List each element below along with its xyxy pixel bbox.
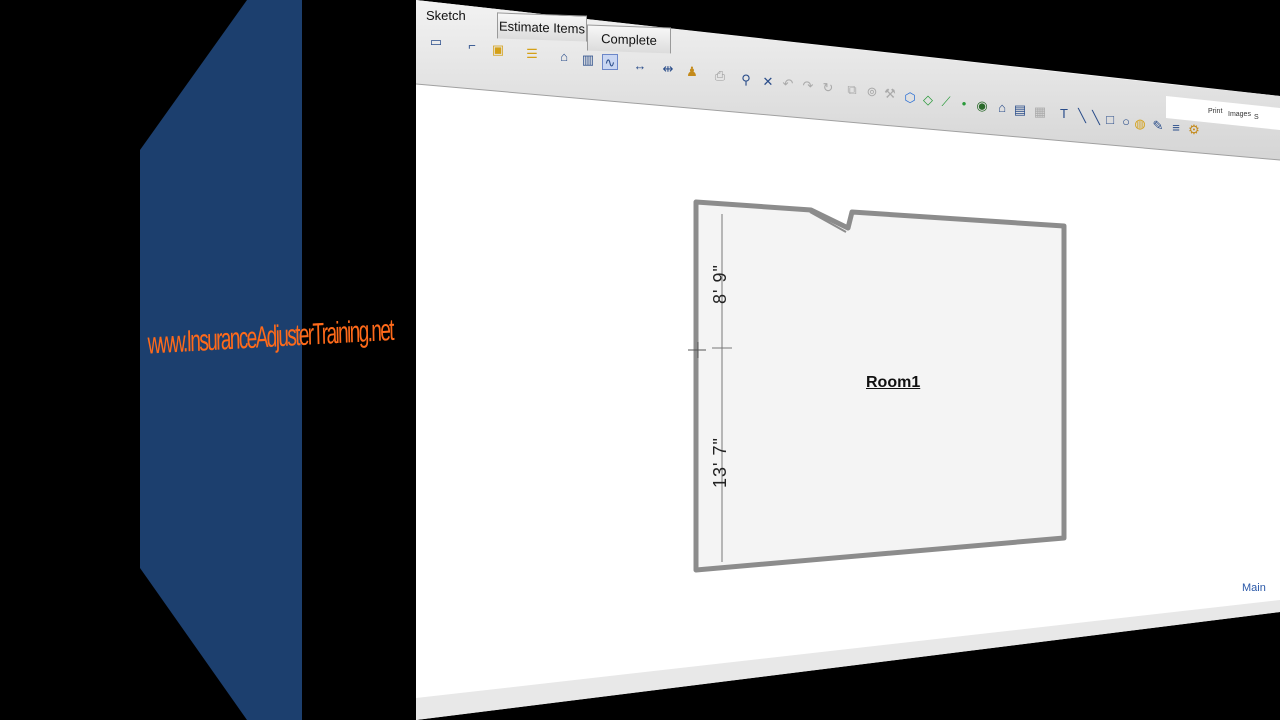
rotate-icon[interactable]: ↻ [820,80,836,96]
undo-icon[interactable]: ↶ [780,76,796,92]
brush-icon[interactable]: ✎ [1150,118,1166,134]
lock-icon[interactable]: ⊚ [864,84,880,100]
layout-icon[interactable]: ▤ [1012,102,1028,118]
tools-icon[interactable]: ⚒ [882,86,898,102]
side-panel: www.InsuranceAdjusterTraining.net [0,0,394,720]
node-icon[interactable]: • [956,96,972,112]
stairs-icon[interactable]: ☰ [524,46,540,62]
copy-icon[interactable]: ⧉ [844,82,860,98]
tab-estimate-items[interactable]: Estimate Items [497,12,587,42]
images-link[interactable]: Images [1228,111,1251,118]
table-icon[interactable]: ▦ [1032,104,1048,120]
dimension-lower: 13' 7" [710,437,730,488]
settings-icon[interactable]: ⚙ [1186,122,1202,138]
tab-complete[interactable]: Complete [587,24,671,54]
layers-icon[interactable]: ≡ [1168,120,1184,136]
app-window: Sketch Estimate Items Complete ▭ ⌐ ▣ ☰ ⌂… [416,0,1280,720]
stamp-icon[interactable]: ♟ [684,64,700,80]
window-icon[interactable]: ▥ [580,52,596,68]
sketch-link[interactable]: S [1254,114,1259,121]
zoom-icon[interactable]: ⚲ [738,72,754,88]
app-canvas-bg [416,0,1280,720]
main-link[interactable]: Main [1242,582,1266,594]
wall-icon[interactable]: ⌐ [464,38,480,54]
home-icon[interactable]: ⌂ [994,100,1010,116]
arch-icon[interactable]: ⌂ [556,49,572,65]
print-link[interactable]: Print [1208,108,1222,115]
on-off-icon[interactable]: ◉ [974,98,990,114]
curve-tool-icon[interactable]: ∿ [602,54,618,70]
measure-icon[interactable]: ⇹ [660,61,676,77]
watermark-text: www.InsuranceAdjusterTraining.net [147,314,394,362]
dimension-upper: 8' 9" [710,264,730,304]
text-icon[interactable]: T [1056,106,1072,122]
erase-icon[interactable]: ✕ [760,74,776,90]
door-icon[interactable]: ▣ [490,42,506,58]
line-icon[interactable]: ⟋ [938,94,954,110]
print-icon[interactable]: ⎙ [712,68,728,84]
plane-icon[interactable]: ◇ [920,92,936,108]
cube-icon[interactable]: ⬡ [902,90,918,106]
fill-icon[interactable]: ◍ [1132,116,1148,132]
select-icon[interactable]: ▭ [428,34,444,50]
redo-icon[interactable]: ↷ [800,78,816,94]
rectangle-icon[interactable]: □ [1102,112,1118,128]
room-label[interactable]: Room1 [866,374,920,392]
dimension-icon[interactable]: ↔ [632,58,648,74]
tab-sketch[interactable]: Sketch [416,2,498,28]
